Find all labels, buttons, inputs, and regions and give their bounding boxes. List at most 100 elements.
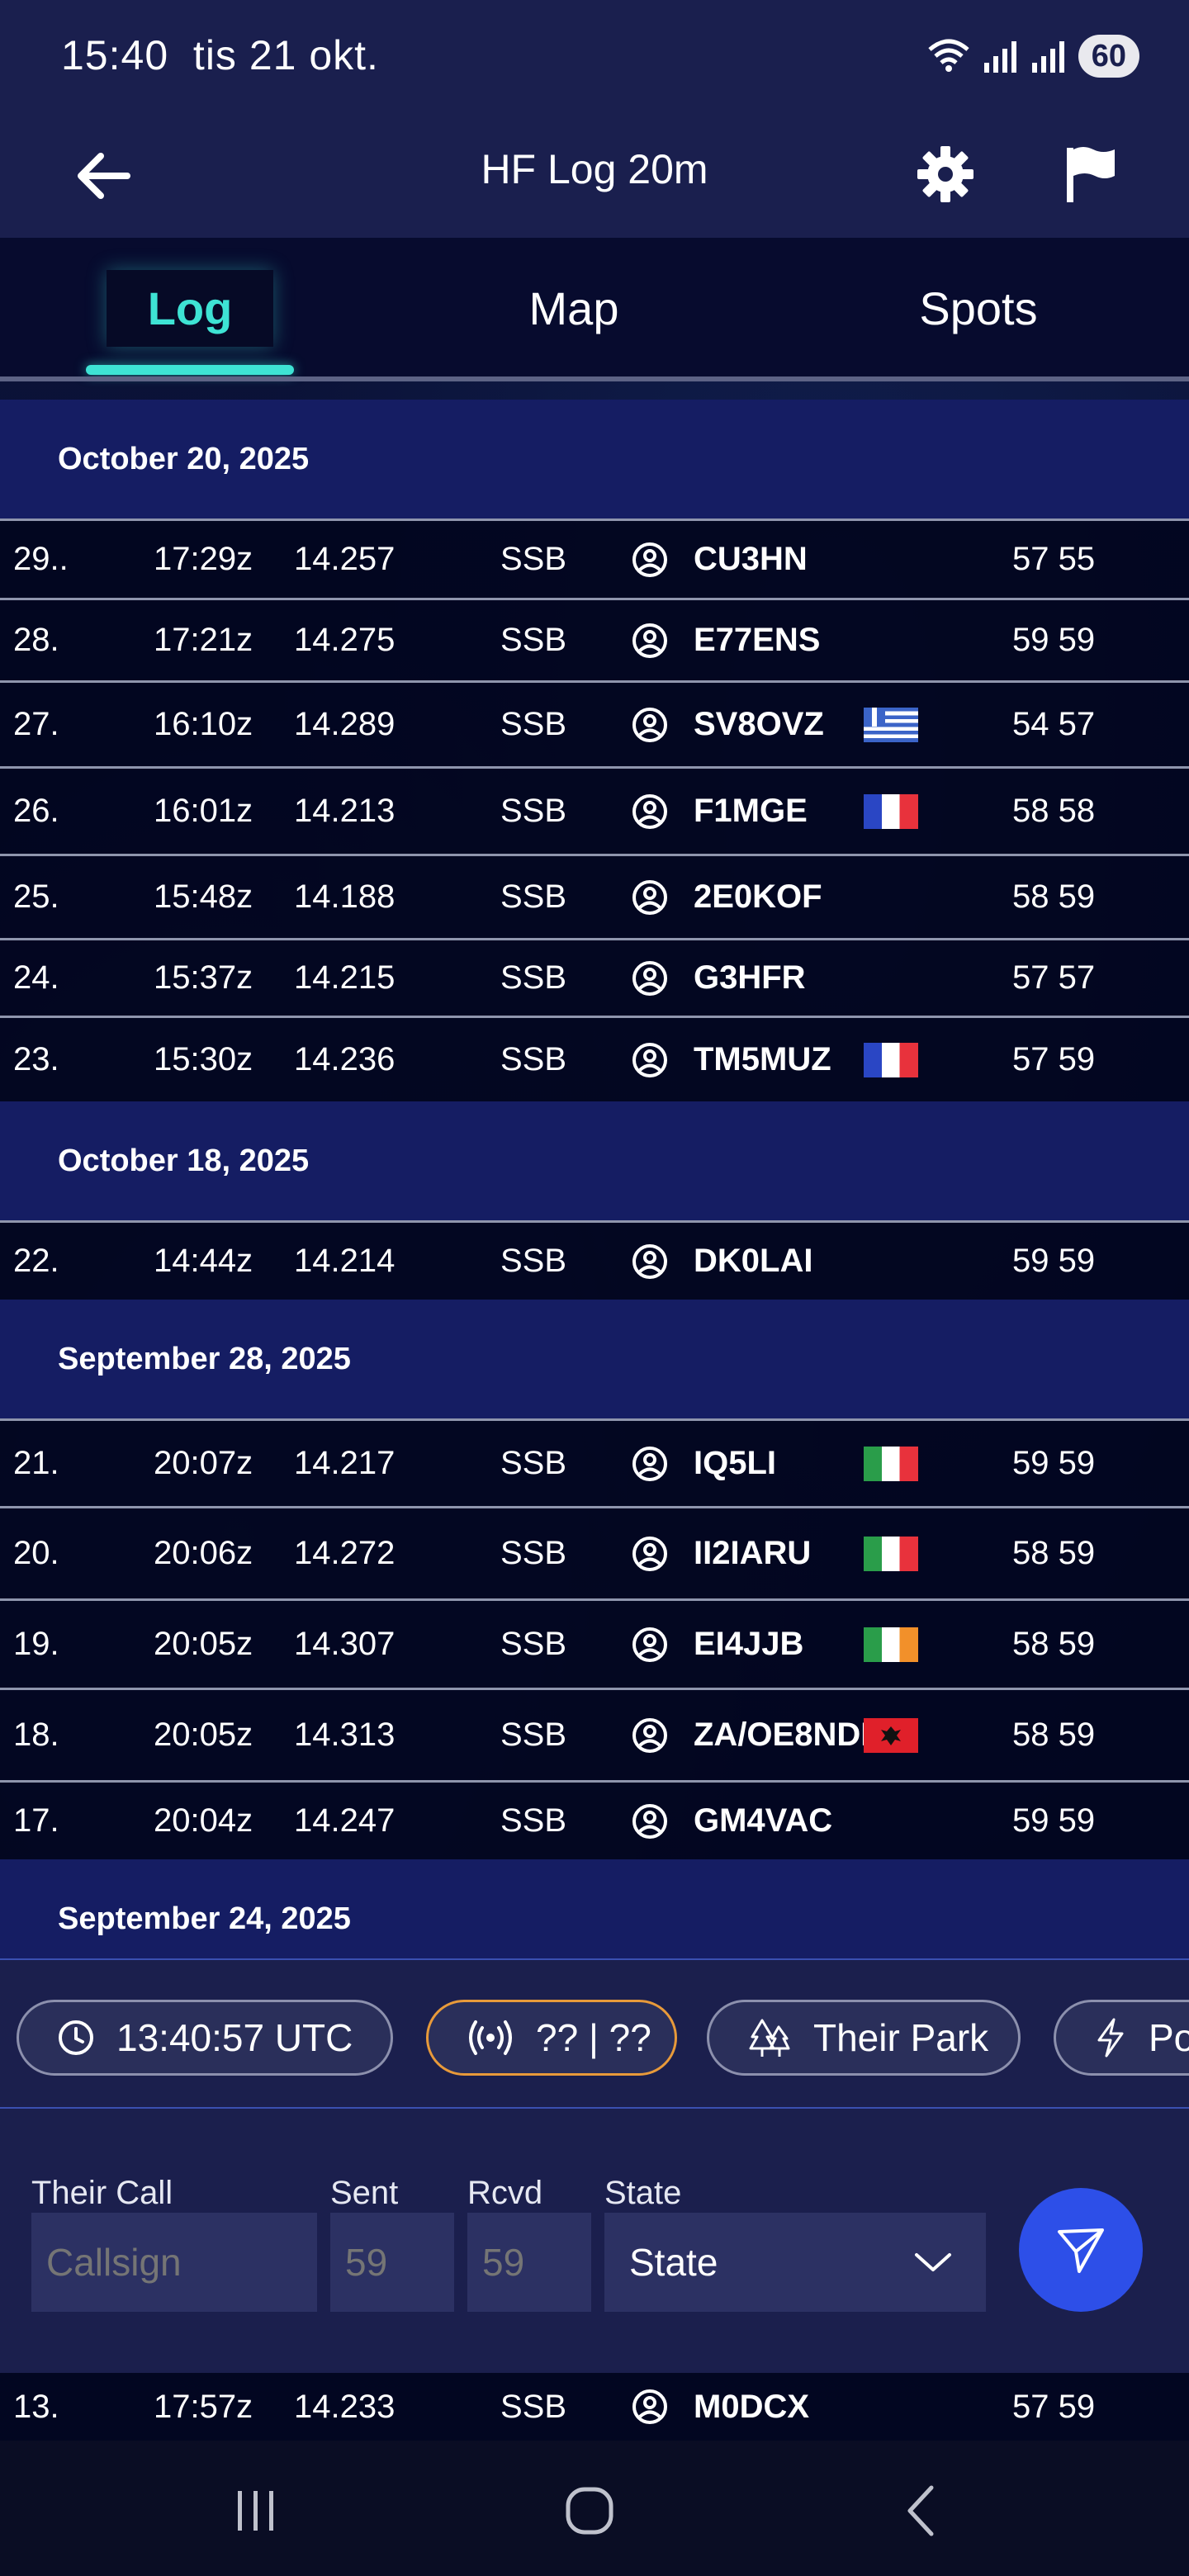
active-tab-indicator bbox=[86, 365, 294, 375]
qso-time: 20:05z bbox=[154, 1626, 253, 1662]
qso-frequency: 14.289 bbox=[294, 706, 396, 742]
qso-rst: 57 55 bbox=[1012, 541, 1096, 577]
qso-rst: 54 57 bbox=[1012, 706, 1096, 742]
qso-rst: 59 59 bbox=[1012, 622, 1096, 658]
qso-mode: SSB bbox=[500, 1445, 567, 1481]
qso-mode: SSB bbox=[500, 1802, 567, 1839]
state-dropdown[interactable]: State bbox=[604, 2213, 986, 2312]
system-back-button[interactable] bbox=[880, 2474, 963, 2548]
table-row[interactable]: 18. 20:05z 14.313 SSB ZA/OE8NDI 58 59 bbox=[0, 1688, 1189, 1780]
flag-ie-icon bbox=[864, 1627, 918, 1662]
status-date: tis 21 okt. bbox=[192, 32, 379, 78]
qso-time: 20:06z bbox=[154, 1535, 253, 1571]
qso-mode: SSB bbox=[500, 622, 567, 658]
country-flag-icon bbox=[864, 683, 918, 766]
power-chip[interactable]: Pov bbox=[1054, 2000, 1189, 2076]
qso-time: 17:57z bbox=[154, 2388, 253, 2425]
person-icon[interactable] bbox=[631, 1421, 669, 1506]
qso-time: 20:05z bbox=[154, 1717, 253, 1753]
lightning-icon bbox=[1097, 2018, 1124, 2057]
tab-log[interactable]: Log bbox=[83, 238, 297, 378]
person-icon[interactable] bbox=[631, 683, 669, 766]
table-row[interactable]: 17. 20:04z 14.247 SSB GM4VAC 59 59 bbox=[0, 1780, 1189, 1859]
qso-time: 20:04z bbox=[154, 1802, 253, 1839]
qso-callsign: CU3HN bbox=[694, 541, 808, 577]
qso-time: 16:10z bbox=[154, 706, 253, 742]
rst-chip[interactable]: ?? | ?? bbox=[426, 2000, 677, 2076]
person-icon[interactable] bbox=[631, 1601, 669, 1688]
their-call-label: Their Call bbox=[31, 2175, 173, 2211]
report-flag-button[interactable] bbox=[1054, 137, 1128, 211]
their-park-label: Their Park bbox=[813, 2016, 989, 2059]
qso-mode: SSB bbox=[500, 959, 567, 996]
person-icon[interactable] bbox=[631, 1690, 669, 1780]
country-flag-icon bbox=[864, 1601, 918, 1688]
table-row[interactable]: 19. 20:05z 14.307 SSB EI4JJB 58 59 bbox=[0, 1598, 1189, 1688]
back-button[interactable] bbox=[66, 139, 140, 213]
utc-time-chip[interactable]: 13:40:57 UTC bbox=[17, 2000, 393, 2076]
tab-log-label: Log bbox=[106, 269, 274, 347]
person-icon bbox=[631, 2373, 669, 2441]
qso-rst: 58 59 bbox=[1012, 878, 1096, 915]
table-row[interactable]: 28. 17:21z 14.275 SSB E77ENS 59 59 bbox=[0, 598, 1189, 680]
person-icon[interactable] bbox=[631, 1783, 669, 1859]
status-time: 15:40 bbox=[61, 32, 169, 78]
person-icon[interactable] bbox=[631, 856, 669, 938]
table-row[interactable]: 21. 20:07z 14.217 SSB IQ5LI 59 59 bbox=[0, 1418, 1189, 1506]
sent-rst-input[interactable] bbox=[330, 2213, 454, 2312]
person-icon[interactable] bbox=[631, 1508, 669, 1598]
person-icon[interactable] bbox=[631, 940, 669, 1016]
tab-map[interactable]: Map bbox=[462, 238, 685, 378]
chevron-down-icon bbox=[915, 2253, 951, 2271]
recents-button[interactable] bbox=[215, 2474, 297, 2548]
table-row[interactable]: 13. 17:57z 14.233 SSB M0DCX 57 59 bbox=[0, 2373, 1189, 2441]
rcvd-rst-input[interactable] bbox=[467, 2213, 591, 2312]
qso-callsign: ZA/OE8NDI bbox=[694, 1717, 870, 1753]
table-row[interactable]: 26. 16:01z 14.213 SSB F1MGE 58 58 bbox=[0, 766, 1189, 854]
table-row[interactable]: 25. 15:48z 14.188 SSB 2E0KOF 58 59 bbox=[0, 854, 1189, 938]
table-row[interactable]: 20. 20:06z 14.272 SSB II2IARU 58 59 bbox=[0, 1506, 1189, 1598]
recents-icon bbox=[238, 2491, 273, 2531]
person-icon[interactable] bbox=[631, 1018, 669, 1101]
qso-mode: SSB bbox=[500, 1717, 567, 1753]
trees-icon bbox=[749, 2019, 790, 2057]
country-flag-icon bbox=[864, 1508, 918, 1598]
flag-it-icon bbox=[864, 1536, 918, 1571]
qso-frequency: 14.188 bbox=[294, 878, 396, 915]
home-button[interactable] bbox=[548, 2474, 631, 2548]
battery-indicator: 60 bbox=[1078, 35, 1139, 78]
qso-time: 15:30z bbox=[154, 1041, 253, 1077]
callsign-input[interactable] bbox=[31, 2213, 317, 2312]
qso-number: 27. bbox=[13, 706, 59, 742]
qso-frequency: 14.217 bbox=[294, 1445, 396, 1481]
qso-callsign: II2IARU bbox=[694, 1535, 812, 1571]
tab-spots[interactable]: Spots bbox=[875, 238, 1082, 378]
qso-frequency: 14.215 bbox=[294, 959, 396, 996]
qso-number: 28. bbox=[13, 622, 59, 658]
table-row[interactable]: 22. 14:44z 14.214 SSB DK0LAI 59 59 bbox=[0, 1220, 1189, 1300]
their-park-chip[interactable]: Their Park bbox=[707, 2000, 1021, 2076]
person-icon[interactable] bbox=[631, 1223, 669, 1300]
person-icon[interactable] bbox=[631, 600, 669, 680]
qso-frequency: 14.236 bbox=[294, 1041, 396, 1077]
table-row[interactable]: 24. 15:37z 14.215 SSB G3HFR 57 57 bbox=[0, 938, 1189, 1016]
utc-time-label: 13:40:57 UTC bbox=[116, 2016, 353, 2059]
qso-number: 21. bbox=[13, 1445, 59, 1481]
qso-callsign: EI4JJB bbox=[694, 1626, 804, 1662]
wifi-icon bbox=[928, 39, 969, 72]
qso-mode: SSB bbox=[500, 1041, 567, 1077]
qso-mode: SSB bbox=[500, 2388, 567, 2425]
qso-callsign: TM5MUZ bbox=[694, 1041, 831, 1077]
person-icon[interactable] bbox=[631, 521, 669, 598]
table-row[interactable]: 27. 16:10z 14.289 SSB SV8OVZ 54 57 bbox=[0, 680, 1189, 766]
table-row[interactable]: 29.. 17:29z 14.257 SSB CU3HN 57 55 bbox=[0, 519, 1189, 598]
log-qso-button[interactable] bbox=[1019, 2188, 1143, 2312]
qso-callsign: M0DCX bbox=[694, 2388, 810, 2425]
person-icon[interactable] bbox=[631, 769, 669, 854]
qso-callsign: DK0LAI bbox=[694, 1243, 813, 1279]
signal-icon bbox=[983, 41, 1016, 73]
rcvd-label: Rcvd bbox=[467, 2175, 543, 2211]
table-row[interactable]: 23. 15:30z 14.236 SSB TM5MUZ 57 59 bbox=[0, 1016, 1189, 1101]
date-group-header: October 18, 2025 bbox=[0, 1101, 1189, 1220]
settings-button[interactable] bbox=[908, 137, 983, 211]
